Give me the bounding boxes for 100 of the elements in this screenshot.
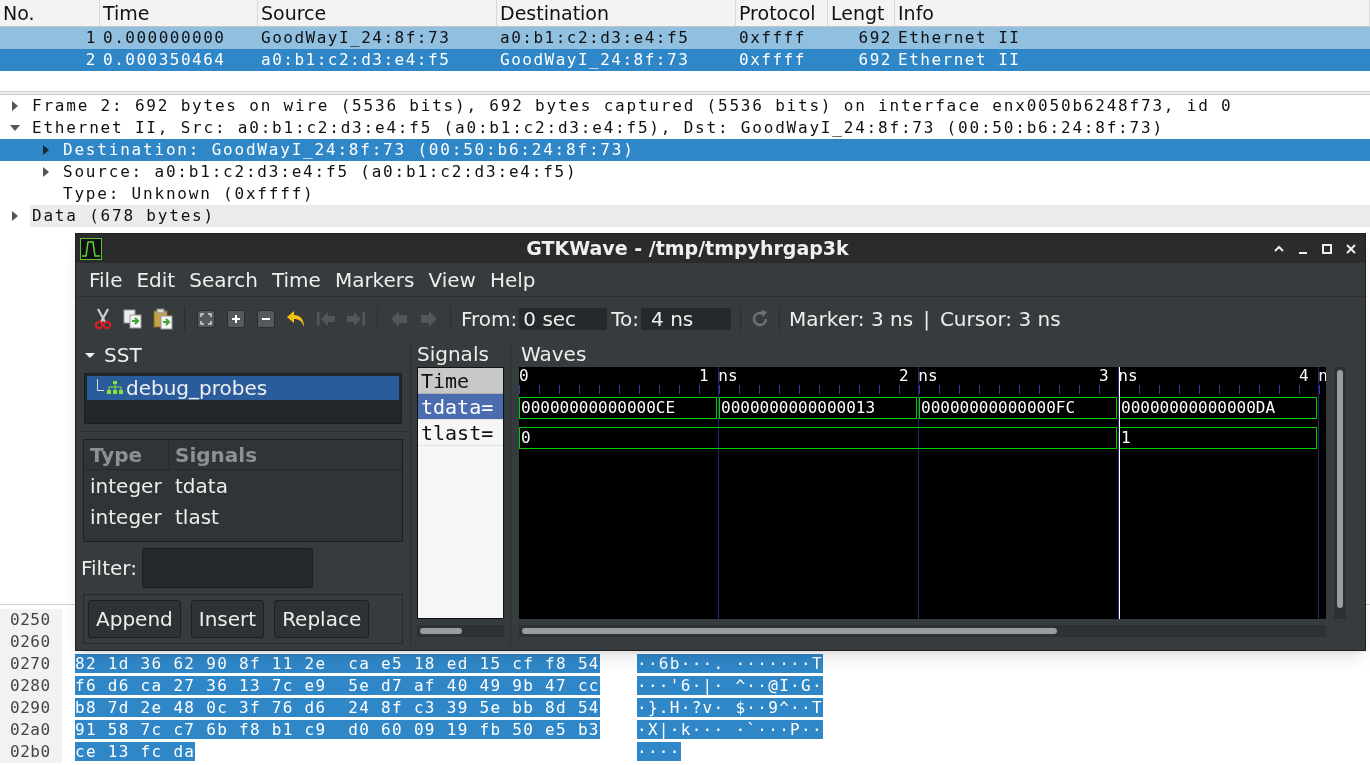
table-cell-text: GoodWayI_24:8f:73 bbox=[260, 27, 452, 49]
menu-item[interactable]: Help bbox=[482, 265, 543, 294]
table-cell-text: tlast bbox=[174, 503, 220, 531]
menu-item[interactable]: View bbox=[421, 265, 483, 294]
time-label: 1 ns bbox=[699, 367, 738, 385]
column-header[interactable]: Signals bbox=[169, 440, 402, 469]
bus-value: 00000000000000FC bbox=[919, 397, 1117, 419]
column-header[interactable]: Time bbox=[100, 0, 258, 26]
tree-row[interactable]: Ethernet II, Src: a0:b1:c2:d3:e4:f5 (a0:b1:c2:d3:e4:f5), Dst: GoodWayI_24:8f:73 (00:50:b6:24:8f:73) bbox=[0, 117, 1370, 139]
bus-value: 1 bbox=[1119, 427, 1317, 449]
paste-icon[interactable] bbox=[153, 308, 173, 330]
horizontal-scrollbar[interactable] bbox=[417, 625, 504, 637]
offset-label: 02a0 bbox=[0, 719, 62, 741]
menu-item[interactable]: File bbox=[82, 265, 130, 294]
bus-value: 00000000000000DA bbox=[1119, 397, 1317, 419]
action-button[interactable]: Replace bbox=[274, 600, 370, 638]
bus-value: 0 bbox=[519, 427, 1117, 449]
hex-bytes[interactable]: b8 7d 2e 48 0c 3f 76 d6 24 8f c3 39 5e bb 8d 54 bbox=[75, 698, 600, 717]
to-label: To: bbox=[611, 306, 640, 333]
tree-row[interactable]: Type: Unknown (0xffff) bbox=[0, 183, 1370, 205]
action-button[interactable]: Append bbox=[88, 600, 181, 638]
panel-title: Signals bbox=[417, 341, 490, 367]
table-cell-text: tdata bbox=[174, 472, 229, 500]
column-header[interactable]: Destination bbox=[497, 0, 736, 26]
table-cell-text: integer bbox=[89, 503, 163, 531]
table-cell-text: a0:b1:c2:d3:e4:f5 bbox=[499, 27, 691, 49]
column-header[interactable]: Type bbox=[84, 440, 169, 469]
menu-item[interactable]: Search bbox=[182, 265, 265, 294]
menu-item[interactable]: Markers bbox=[327, 265, 422, 294]
bus-value: 00000000000000CE bbox=[519, 397, 717, 419]
filter-label: Filter: bbox=[81, 554, 137, 582]
table-cell-text: 0.000350464 bbox=[102, 49, 227, 71]
column-header[interactable]: Lengt bbox=[828, 0, 895, 26]
vertical-scrollbar[interactable] bbox=[1334, 367, 1346, 619]
table-cell-text: 1 bbox=[84, 27, 98, 49]
ascii-text[interactable]: ···'6·|· ^··@I·G· bbox=[637, 676, 823, 695]
copy-icon[interactable] bbox=[123, 309, 143, 329]
action-button[interactable]: Insert bbox=[190, 600, 265, 638]
hierarchy-icon bbox=[107, 381, 123, 395]
ascii-text[interactable]: ·}.H·?v· $··9^··T bbox=[637, 698, 823, 717]
ascii-text[interactable]: ··6b···. ·······T bbox=[637, 654, 823, 673]
separator-text: | bbox=[923, 306, 930, 333]
column-header[interactable]: Info bbox=[895, 0, 1370, 26]
table-cell-text: 0xffff bbox=[738, 49, 807, 71]
time-label: 2 ns bbox=[899, 367, 938, 385]
table-cell-text: Ethernet II bbox=[897, 27, 1022, 49]
from-field[interactable]: 0 sec bbox=[519, 308, 608, 330]
table-cell-text: 2 bbox=[84, 49, 98, 71]
tree-line bbox=[97, 379, 104, 391]
menu-item[interactable]: Edit bbox=[129, 265, 183, 294]
zoom-in-icon[interactable] bbox=[227, 310, 245, 328]
ascii-text[interactable]: ···· bbox=[637, 742, 681, 761]
packet-row[interactable]: 1 0.000000000 GoodWayI_24:8f:73 a0:b1:c2:d3:e4:f5 0xffff 692 Ethernet II bbox=[0, 27, 1370, 49]
tree-row[interactable]: Destination: GoodWayI_24:8f:73 (00:50:b6:24:8f:73) bbox=[0, 139, 1370, 161]
table-cell-text: 692 bbox=[857, 27, 893, 49]
zoom-out-icon[interactable] bbox=[257, 310, 275, 328]
column-header[interactable]: Source bbox=[258, 0, 497, 26]
column-header[interactable]: No. bbox=[0, 0, 100, 26]
offset-label: 0270 bbox=[0, 653, 62, 675]
offset-label: 0290 bbox=[0, 697, 62, 719]
offset-label: 0280 bbox=[0, 675, 62, 697]
hex-bytes[interactable]: 91 58 7c c7 6b f8 b1 c9 d0 60 09 19 fb 50 e5 b3 bbox=[75, 720, 600, 739]
menu-item[interactable]: Time bbox=[264, 265, 328, 294]
ascii-text[interactable]: ·X|·k··· ·`···P·· bbox=[637, 720, 823, 739]
table-cell-text: Ethernet II bbox=[897, 49, 1022, 71]
app-icon bbox=[80, 237, 102, 260]
window-title: GTKWave - /tmp/tmpyhrgap3k bbox=[525, 236, 850, 262]
hex-bytes[interactable]: 82 1d 36 62 90 8f 11 2e ca e5 18 ed 15 cf f8 54 bbox=[75, 654, 600, 673]
hex-bytes[interactable]: ce 13 fc da bbox=[75, 742, 196, 761]
packet-row[interactable]: 2 0.000350464 a0:b1:c2:d3:e4:f5 GoodWayI_24:8f:73 0xffff 692 Ethernet II bbox=[0, 49, 1370, 71]
offset-label: 02b0 bbox=[0, 741, 62, 763]
filter-field[interactable] bbox=[141, 547, 313, 588]
panel-title: Waves bbox=[520, 341, 588, 367]
signal-name[interactable]: Time bbox=[418, 368, 503, 394]
zoom-fit-icon[interactable] bbox=[197, 310, 215, 328]
hex-bytes[interactable]: f6 d6 ca 27 36 13 7c e9 5e d7 af 40 49 9b 47 cc bbox=[75, 676, 600, 695]
to-field[interactable]: 4 ns bbox=[641, 308, 732, 330]
tree-row[interactable]: Source: a0:b1:c2:d3:e4:f5 (a0:b1:c2:d3:e4:f5) bbox=[0, 161, 1370, 183]
horizontal-scrollbar[interactable] bbox=[519, 625, 1326, 637]
table-cell-text: 692 bbox=[857, 49, 893, 71]
scissors-icon[interactable] bbox=[93, 308, 113, 330]
column-header[interactable]: Protocol bbox=[736, 0, 828, 26]
table-cell-text: a0:b1:c2:d3:e4:f5 bbox=[260, 49, 452, 71]
undo-icon[interactable] bbox=[286, 310, 306, 328]
time-label: 3 ns bbox=[1099, 367, 1138, 385]
tree-item-label: Destination: GoodWayI_24:8f:73 (00:50:b6:24:8f:73) bbox=[62, 139, 636, 161]
offset-label: 0260 bbox=[0, 631, 62, 653]
offset-label: 0250 bbox=[0, 609, 62, 631]
tree-item-label: Type: Unknown (0xffff) bbox=[62, 183, 316, 205]
tree-item-label: Ethernet II, Src: a0:b1:c2:d3:e4:f5 (a0:b1:c2:d3:e4:f5), Dst: GoodWayI_24:8f:73 (00:50:b6:24:8f:73) bbox=[31, 117, 1165, 139]
table-cell-text: integer bbox=[89, 472, 163, 500]
tree-item[interactable]: debug_probes bbox=[87, 376, 399, 400]
maximize-icon[interactable] bbox=[1321, 242, 1333, 255]
panel-title: SST bbox=[104, 341, 142, 369]
table-cell-text: 0.000000000 bbox=[102, 27, 227, 49]
close-icon[interactable] bbox=[1345, 242, 1357, 255]
table-cell-text: GoodWayI_24:8f:73 bbox=[499, 49, 691, 71]
bus-value: 0000000000000013 bbox=[719, 397, 917, 419]
time-label: 0 bbox=[519, 367, 529, 385]
signal-name[interactable]: tdata= bbox=[418, 394, 503, 420]
